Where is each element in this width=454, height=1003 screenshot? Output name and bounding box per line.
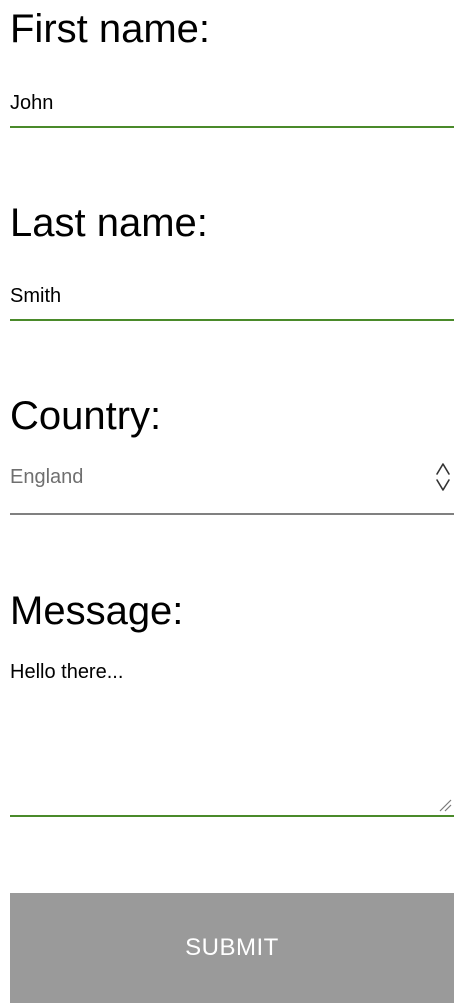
last-name-label: Last name: bbox=[10, 201, 208, 245]
first-name-input[interactable] bbox=[10, 88, 454, 128]
last-name-input[interactable] bbox=[10, 281, 454, 321]
country-selected-value: England bbox=[10, 466, 84, 488]
message-textarea[interactable]: Hello there... bbox=[10, 652, 454, 817]
select-arrows-icon bbox=[436, 463, 450, 491]
submit-button[interactable]: SUBMIT bbox=[10, 893, 454, 1003]
message-label: Message: bbox=[10, 589, 184, 633]
country-select[interactable]: England bbox=[10, 456, 454, 515]
first-name-label: First name: bbox=[10, 7, 211, 51]
country-label: Country: bbox=[10, 394, 162, 438]
resize-grip-icon[interactable] bbox=[438, 798, 452, 812]
